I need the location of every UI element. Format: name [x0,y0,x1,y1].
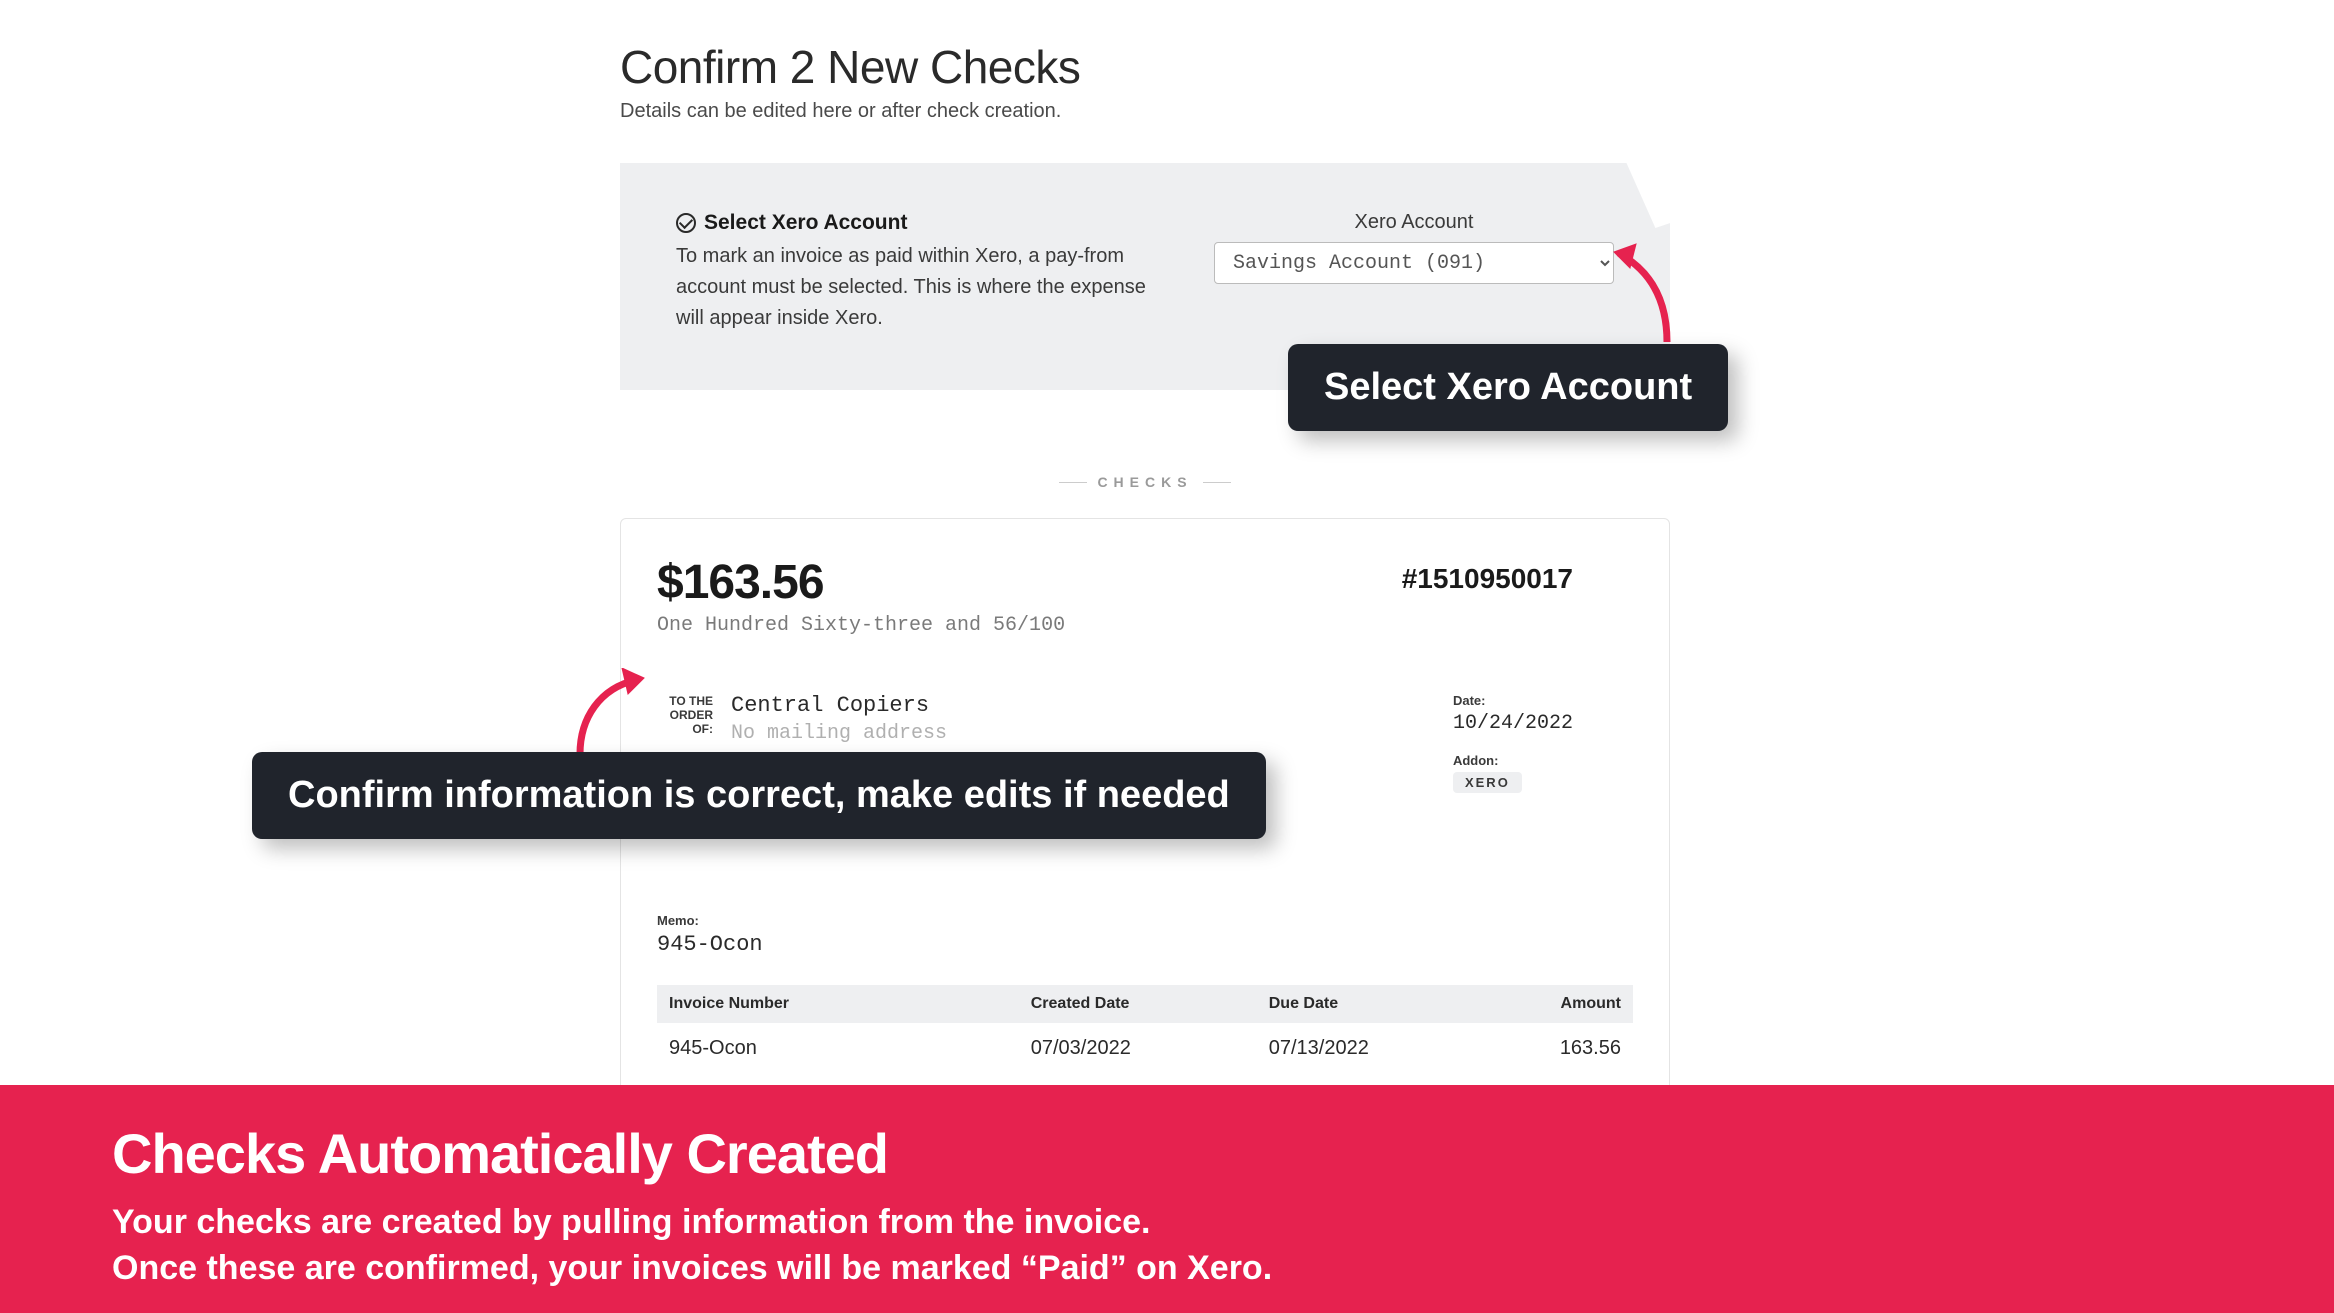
cell-invoice-number: 945-Ocon [669,1037,1031,1060]
payee-name: Central Copiers [731,693,947,718]
cell-created-date: 07/03/2022 [1031,1037,1269,1060]
checks-divider: CHECKS [620,474,1670,490]
date-label: Date: [1453,693,1573,708]
col-amount: Amount [1478,995,1621,1013]
check-amount-words: One Hundred Sixty-three and 56/100 [657,614,1065,637]
divider-label: CHECKS [1097,474,1192,490]
invoice-table: Invoice Number Created Date Due Date Amo… [657,985,1633,1074]
arrow-icon [1612,242,1682,342]
callout-select-account: Select Xero Account [1288,344,1728,431]
col-due-date: Due Date [1269,995,1478,1013]
banner-line-1: Your checks are created by pulling infor… [112,1200,1272,1246]
banner-title: Checks Automatically Created [112,1121,1272,1186]
page-title: Confirm 2 New Checks [620,40,1670,94]
addon-chip: XERO [1453,772,1522,793]
callout-confirm-info: Confirm information is correct, make edi… [252,752,1266,839]
check-number: #1510950017 [1402,563,1573,595]
col-created-date: Created Date [1031,995,1269,1013]
check-amount: $163.56 [657,555,1065,610]
table-row: 945-Ocon 07/03/2022 07/13/2022 163.56 [657,1023,1633,1074]
page-subtitle: Details can be edited here or after chec… [620,100,1670,123]
col-invoice-number: Invoice Number [669,995,1031,1013]
memo-value: 945-Ocon [657,932,1633,957]
banner-wedge [1554,0,2334,228]
memo-label: Memo: [657,913,1633,928]
date-value: 10/24/2022 [1453,712,1573,735]
check-circle-icon [676,213,696,233]
xero-account-select[interactable]: Savings Account (091) [1214,242,1614,284]
table-header-row: Invoice Number Created Date Due Date Amo… [657,985,1633,1023]
banner-line-2: Once these are confirmed, your invoices … [112,1246,1272,1292]
mailing-address: No mailing address [731,722,947,745]
xero-panel-description: To mark an invoice as paid within Xero, … [676,241,1154,334]
arrow-icon [570,668,650,758]
xero-panel-heading: Select Xero Account [704,211,907,235]
addon-label: Addon: [1453,753,1573,768]
xero-select-label: Xero Account [1355,211,1474,234]
banner-content: Checks Automatically Created Your checks… [0,1085,1384,1313]
cell-due-date: 07/13/2022 [1269,1037,1478,1060]
cell-amount: 163.56 [1478,1037,1621,1060]
page-content: Confirm 2 New Checks Details can be edit… [620,0,1670,1095]
